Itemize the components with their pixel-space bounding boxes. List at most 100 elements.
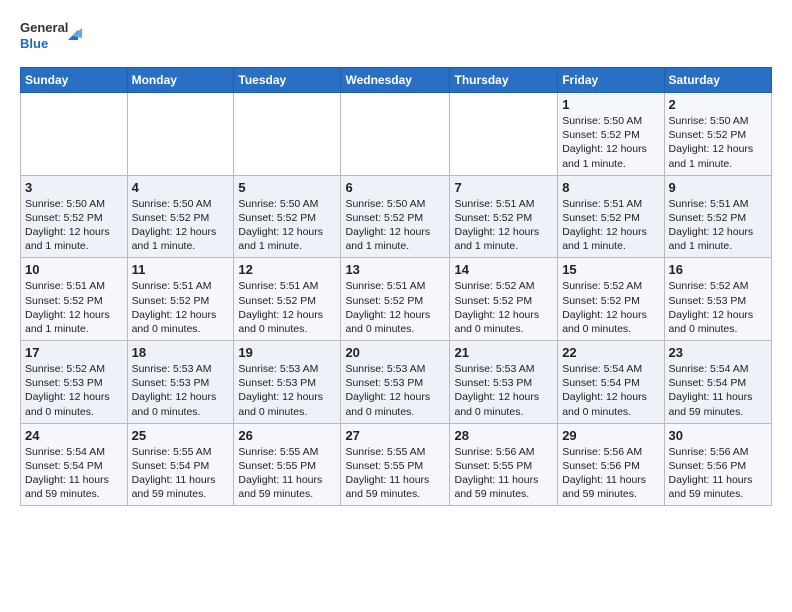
calendar-cell: 21Sunrise: 5:53 AMSunset: 5:53 PMDayligh… bbox=[450, 341, 558, 424]
day-of-week-header: Sunday bbox=[21, 68, 128, 93]
cell-day-info: Sunrise: 5:53 AMSunset: 5:53 PMDaylight:… bbox=[345, 362, 445, 419]
cell-day-number: 10 bbox=[25, 262, 123, 277]
cell-day-info: Sunrise: 5:54 AMSunset: 5:54 PMDaylight:… bbox=[562, 362, 659, 419]
header: General Blue bbox=[20, 16, 772, 59]
calendar-cell: 15 Sunrise: 5:52 AMSunset: 5:52 PMDayligh… bbox=[558, 258, 664, 341]
cell-day-number: 7 bbox=[454, 180, 553, 195]
calendar-week-row: 17Sunrise: 5:52 AMSunset: 5:53 PMDayligh… bbox=[21, 341, 772, 424]
cell-day-info: Sunrise: 5:51 AMSunset: 5:52 PMDaylight:… bbox=[454, 197, 553, 254]
calendar-cell bbox=[127, 93, 234, 176]
calendar-cell: 24 Sunrise: 5:54 AMSunset: 5:54 PMDayligh… bbox=[21, 423, 128, 506]
calendar-cell: 11Sunrise: 5:51 AMSunset: 5:52 PMDayligh… bbox=[127, 258, 234, 341]
cell-day-info: Sunrise: 5:50 AMSunset: 5:52 PMDaylight:… bbox=[132, 197, 230, 254]
calendar-cell: 1 Sunrise: 5:50 AMSunset: 5:52 PMDaylight… bbox=[558, 93, 664, 176]
day-of-week-header: Saturday bbox=[664, 68, 771, 93]
day-of-week-header: Friday bbox=[558, 68, 664, 93]
calendar-cell: 5 Sunrise: 5:50 AMSunset: 5:52 PMDaylight… bbox=[234, 175, 341, 258]
cell-day-info: Sunrise: 5:52 AMSunset: 5:52 PMDaylight:… bbox=[454, 279, 553, 336]
logo: General Blue bbox=[20, 16, 90, 59]
calendar-cell: 16 Sunrise: 5:52 AMSunset: 5:53 PMDayligh… bbox=[664, 258, 771, 341]
cell-day-number: 30 bbox=[669, 428, 767, 443]
cell-day-info: Sunrise: 5:50 AMSunset: 5:52 PMDaylight:… bbox=[238, 197, 336, 254]
cell-day-info: Sunrise: 5:50 AMSunset: 5:52 PMDaylight:… bbox=[669, 114, 767, 171]
calendar-cell: 28 Sunrise: 5:56 AMSunset: 5:55 PMDayligh… bbox=[450, 423, 558, 506]
calendar-cell: 18 Sunrise: 5:53 AMSunset: 5:53 PMDayligh… bbox=[127, 341, 234, 424]
calendar-cell: 19 Sunrise: 5:53 AMSunset: 5:53 PMDayligh… bbox=[234, 341, 341, 424]
cell-day-info: Sunrise: 5:55 AMSunset: 5:55 PMDaylight:… bbox=[238, 445, 336, 502]
cell-day-number: 24 bbox=[25, 428, 123, 443]
calendar-cell: 27 Sunrise: 5:55 AMSunset: 5:55 PMDayligh… bbox=[341, 423, 450, 506]
cell-day-number: 21 bbox=[454, 345, 553, 360]
cell-day-number: 29 bbox=[562, 428, 659, 443]
cell-day-number: 23 bbox=[669, 345, 767, 360]
calendar-week-row: 3 Sunrise: 5:50 AMSunset: 5:52 PMDaylight… bbox=[21, 175, 772, 258]
cell-day-info: Sunrise: 5:55 AMSunset: 5:54 PMDaylight:… bbox=[132, 445, 230, 502]
calendar-header: SundayMondayTuesdayWednesdayThursdayFrid… bbox=[21, 68, 772, 93]
cell-day-info: Sunrise: 5:56 AMSunset: 5:56 PMDaylight:… bbox=[562, 445, 659, 502]
calendar-cell: 20 Sunrise: 5:53 AMSunset: 5:53 PMDayligh… bbox=[341, 341, 450, 424]
cell-day-number: 3 bbox=[25, 180, 123, 195]
cell-day-info: Sunrise: 5:54 AMSunset: 5:54 PMDaylight:… bbox=[25, 445, 123, 502]
cell-day-number: 5 bbox=[238, 180, 336, 195]
calendar-table: SundayMondayTuesdayWednesdayThursdayFrid… bbox=[20, 67, 772, 506]
cell-day-number: 13 bbox=[345, 262, 445, 277]
cell-day-number: 19 bbox=[238, 345, 336, 360]
calendar-cell: 17Sunrise: 5:52 AMSunset: 5:53 PMDayligh… bbox=[21, 341, 128, 424]
cell-day-number: 16 bbox=[669, 262, 767, 277]
cell-day-number: 25 bbox=[132, 428, 230, 443]
cell-day-info: Sunrise: 5:51 AMSunset: 5:52 PMDaylight:… bbox=[345, 279, 445, 336]
calendar-cell: 7 Sunrise: 5:51 AMSunset: 5:52 PMDaylight… bbox=[450, 175, 558, 258]
cell-day-info: Sunrise: 5:50 AMSunset: 5:52 PMDaylight:… bbox=[25, 197, 123, 254]
calendar-cell: 2 Sunrise: 5:50 AMSunset: 5:52 PMDaylight… bbox=[664, 93, 771, 176]
cell-day-number: 20 bbox=[345, 345, 445, 360]
calendar-cell bbox=[341, 93, 450, 176]
cell-day-number: 12 bbox=[238, 262, 336, 277]
cell-day-info: Sunrise: 5:53 AMSunset: 5:53 PMDaylight:… bbox=[132, 362, 230, 419]
cell-day-number: 22 bbox=[562, 345, 659, 360]
svg-text:Blue: Blue bbox=[20, 36, 48, 51]
cell-day-number: 28 bbox=[454, 428, 553, 443]
cell-day-number: 18 bbox=[132, 345, 230, 360]
cell-day-info: Sunrise: 5:56 AMSunset: 5:55 PMDaylight:… bbox=[454, 445, 553, 502]
day-of-week-header: Wednesday bbox=[341, 68, 450, 93]
logo-icon: General Blue bbox=[20, 16, 90, 54]
calendar-cell bbox=[21, 93, 128, 176]
cell-day-number: 2 bbox=[669, 97, 767, 112]
logo-area: General Blue bbox=[20, 16, 90, 59]
cell-day-info: Sunrise: 5:52 AMSunset: 5:53 PMDaylight:… bbox=[669, 279, 767, 336]
cell-day-info: Sunrise: 5:52 AMSunset: 5:52 PMDaylight:… bbox=[562, 279, 659, 336]
cell-day-info: Sunrise: 5:51 AMSunset: 5:52 PMDaylight:… bbox=[669, 197, 767, 254]
calendar-cell: 9Sunrise: 5:51 AMSunset: 5:52 PMDaylight… bbox=[664, 175, 771, 258]
day-of-week-header: Thursday bbox=[450, 68, 558, 93]
calendar-cell: 8 Sunrise: 5:51 AMSunset: 5:52 PMDaylight… bbox=[558, 175, 664, 258]
calendar-week-row: 24 Sunrise: 5:54 AMSunset: 5:54 PMDayligh… bbox=[21, 423, 772, 506]
svg-text:General: General bbox=[20, 20, 68, 35]
cell-day-info: Sunrise: 5:50 AMSunset: 5:52 PMDaylight:… bbox=[562, 114, 659, 171]
cell-day-number: 8 bbox=[562, 180, 659, 195]
calendar-cell: 26Sunrise: 5:55 AMSunset: 5:55 PMDayligh… bbox=[234, 423, 341, 506]
cell-day-info: Sunrise: 5:51 AMSunset: 5:52 PMDaylight:… bbox=[25, 279, 123, 336]
calendar-week-row: 10 Sunrise: 5:51 AMSunset: 5:52 PMDayligh… bbox=[21, 258, 772, 341]
cell-day-number: 14 bbox=[454, 262, 553, 277]
calendar-cell: 29 Sunrise: 5:56 AMSunset: 5:56 PMDayligh… bbox=[558, 423, 664, 506]
day-of-week-header: Tuesday bbox=[234, 68, 341, 93]
cell-day-number: 15 bbox=[562, 262, 659, 277]
cell-day-info: Sunrise: 5:55 AMSunset: 5:55 PMDaylight:… bbox=[345, 445, 445, 502]
cell-day-info: Sunrise: 5:51 AMSunset: 5:52 PMDaylight:… bbox=[562, 197, 659, 254]
cell-day-info: Sunrise: 5:56 AMSunset: 5:56 PMDaylight:… bbox=[669, 445, 767, 502]
calendar-cell: 6 Sunrise: 5:50 AMSunset: 5:52 PMDaylight… bbox=[341, 175, 450, 258]
cell-day-number: 1 bbox=[562, 97, 659, 112]
calendar-week-row: 1 Sunrise: 5:50 AMSunset: 5:52 PMDaylight… bbox=[21, 93, 772, 176]
calendar-cell: 4Sunrise: 5:50 AMSunset: 5:52 PMDaylight… bbox=[127, 175, 234, 258]
cell-day-info: Sunrise: 5:53 AMSunset: 5:53 PMDaylight:… bbox=[238, 362, 336, 419]
cell-day-number: 6 bbox=[345, 180, 445, 195]
calendar-body: 1 Sunrise: 5:50 AMSunset: 5:52 PMDaylight… bbox=[21, 93, 772, 506]
cell-day-info: Sunrise: 5:50 AMSunset: 5:52 PMDaylight:… bbox=[345, 197, 445, 254]
header-row: SundayMondayTuesdayWednesdayThursdayFrid… bbox=[21, 68, 772, 93]
calendar-cell: 23Sunrise: 5:54 AMSunset: 5:54 PMDayligh… bbox=[664, 341, 771, 424]
day-of-week-header: Monday bbox=[127, 68, 234, 93]
cell-day-number: 27 bbox=[345, 428, 445, 443]
calendar-cell: 25 Sunrise: 5:55 AMSunset: 5:54 PMDayligh… bbox=[127, 423, 234, 506]
calendar-cell bbox=[234, 93, 341, 176]
calendar-cell: 3 Sunrise: 5:50 AMSunset: 5:52 PMDaylight… bbox=[21, 175, 128, 258]
